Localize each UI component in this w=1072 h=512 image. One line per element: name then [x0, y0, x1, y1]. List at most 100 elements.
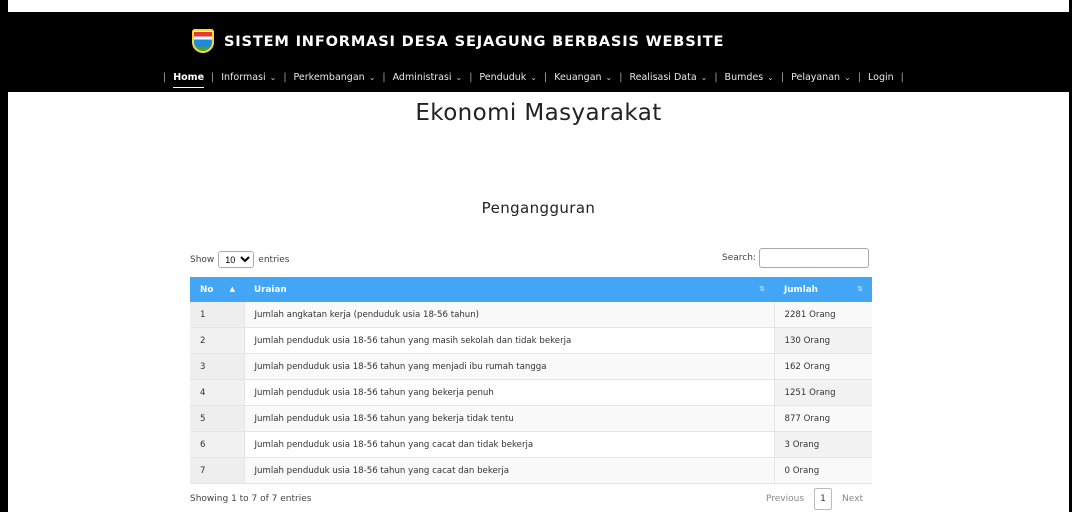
table-row: 1 Jumlah angkatan kerja (penduduk usia 18…	[190, 302, 872, 328]
nav-separator: |	[714, 72, 718, 83]
nav-separator: |	[469, 72, 473, 83]
table-row: 7 Jumlah penduduk usia 18-56 tahun yang c…	[190, 457, 872, 484]
column-header-jumlah[interactable]: Jumlah ⇅	[774, 277, 872, 302]
table-row: 3 Jumlah penduduk usia 18-56 tahun yang m…	[190, 353, 872, 380]
cell-uraian: Jumlah penduduk usia 18-56 tahun yang be…	[243, 405, 774, 432]
nav-item-home[interactable]: Home	[173, 72, 205, 88]
column-header-no[interactable]: No ▲	[190, 277, 244, 302]
nav-separator: |	[900, 72, 904, 83]
nav-separator: |	[163, 72, 167, 83]
chevron-down-icon: ⌄	[767, 73, 774, 82]
nav-separator: |	[211, 72, 215, 83]
cell-no: 2	[190, 327, 244, 354]
nav-item-label: Informasi	[221, 72, 266, 83]
nav-item-login[interactable]: Login	[868, 72, 894, 83]
cell-jumlah: 2281 Orang	[773, 302, 872, 328]
chevron-down-icon: ⌄	[368, 73, 376, 82]
cell-no: 1	[190, 302, 244, 328]
column-header-no-label: No	[200, 284, 214, 295]
pagination: Previous 1 Next	[766, 488, 863, 510]
table-row: 4 Jumlah penduduk usia 18-56 tahun yang b…	[190, 379, 872, 406]
nav-separator: |	[780, 72, 785, 83]
cell-jumlah: 1251 Orang	[773, 379, 872, 406]
cell-uraian: Jumlah penduduk usia 18-56 tahun yang ma…	[243, 327, 774, 354]
table-row: 5 Jumlah penduduk usia 18-56 tahun yang b…	[190, 405, 872, 432]
nav-item-label: Administrasi	[392, 72, 452, 83]
column-header-uraian[interactable]: Uraian ⇅	[244, 277, 774, 302]
search-label: Search:	[722, 253, 756, 263]
cell-uraian: Jumlah penduduk usia 18-56 tahun yang ca…	[243, 431, 774, 458]
chevron-down-icon: ⌄	[269, 73, 277, 82]
window-frame-left	[0, 0, 8, 512]
chevron-down-icon: ⌄	[700, 73, 708, 82]
chevron-down-icon: ⌄	[530, 73, 537, 82]
chevron-down-icon: ⌄	[605, 73, 613, 82]
chevron-down-icon: ⌄	[844, 73, 851, 82]
nav-separator: |	[857, 72, 861, 83]
sort-both-icon: ⇅	[857, 284, 863, 293]
entries-per-page-select[interactable]: 10	[218, 251, 255, 268]
nav-separator: |	[544, 72, 548, 83]
sort-ascending-icon: ▲	[229, 284, 235, 293]
nav-item-perkembangan[interactable]: Perkembangan ⌄	[294, 72, 376, 83]
nav-item-bumdes[interactable]: Bumdes ⌄	[725, 72, 774, 83]
table-search-control: Search:	[722, 248, 869, 268]
page-1-button[interactable]: 1	[814, 488, 833, 510]
column-header-jumlah-label: Jumlah	[784, 284, 818, 295]
cell-no: 3	[190, 353, 244, 380]
site-header: SISTEM INFORMASI DESA SEJAGUNG BERBASIS …	[8, 12, 1069, 92]
nav-item-label: Realisasi Data	[629, 72, 697, 83]
nav-item-keuangan[interactable]: Keuangan ⌄	[554, 72, 612, 83]
nav-item-informasi[interactable]: Informasi ⌄	[221, 72, 276, 83]
cell-uraian: Jumlah angkatan kerja (penduduk usia 18-…	[243, 302, 774, 328]
next-page-button[interactable]: Next	[842, 494, 863, 504]
sort-both-icon: ⇅	[759, 284, 765, 293]
nav-item-label: Pelayanan	[791, 72, 841, 83]
cell-uraian: Jumlah penduduk usia 18-56 tahun yang me…	[243, 353, 774, 380]
nav-item-label: Perkembangan	[293, 72, 365, 83]
cell-no: 6	[190, 431, 244, 458]
cell-jumlah: 162 Orang	[773, 353, 872, 380]
nav-separator: |	[382, 72, 386, 83]
cell-jumlah: 0 Orang	[773, 457, 872, 484]
table-row: 6 Jumlah penduduk usia 18-56 tahun yang c…	[190, 431, 872, 458]
nav-separator: |	[283, 72, 287, 83]
cell-uraian: Jumlah penduduk usia 18-56 tahun yang be…	[243, 379, 774, 406]
cell-no: 7	[190, 457, 244, 484]
column-header-uraian-label: Uraian	[254, 284, 287, 295]
nav-item-label: Penduduk	[479, 72, 527, 83]
nav-item-penduduk[interactable]: Penduduk ⌄	[479, 72, 537, 83]
previous-page-button[interactable]: Previous	[766, 494, 804, 504]
table-info: Showing 1 to 7 of 7 entries	[190, 494, 312, 504]
section-title: Pengangguran	[481, 199, 596, 217]
entries-label: entries	[258, 254, 290, 265]
cell-jumlah: 3 Orang	[773, 431, 872, 458]
main-nav: | Home | Informasi ⌄ | Perkembangan ⌄ | Administr…	[156, 67, 911, 88]
show-label: Show	[190, 254, 215, 265]
site-title: SISTEM INFORMASI DESA SEJAGUNG BERBASIS …	[224, 32, 725, 50]
page-top-gap	[8, 0, 1069, 12]
nav-item-label: Keuangan	[554, 72, 602, 83]
cell-uraian: Jumlah penduduk usia 18-56 tahun yang ca…	[243, 457, 774, 484]
search-input[interactable]	[758, 248, 869, 268]
nav-item-administrasi[interactable]: Administrasi ⌄	[393, 72, 463, 83]
cell-no: 5	[190, 405, 244, 432]
nav-item-label: Bumdes	[724, 72, 764, 83]
village-crest-icon	[192, 29, 214, 53]
cell-jumlah: 130 Orang	[773, 327, 872, 354]
nav-item-label: Home	[173, 72, 205, 83]
cell-no: 4	[190, 379, 244, 406]
nav-item-label: Login	[868, 72, 894, 83]
nav-item-realisasi-data[interactable]: Realisasi Data ⌄	[629, 72, 707, 83]
table-row: 2 Jumlah penduduk usia 18-56 tahun yang m…	[190, 327, 872, 354]
nav-separator: |	[619, 72, 623, 83]
page-title: Ekonomi Masyarakat	[415, 100, 662, 126]
table-length-control: Show 10 entries	[190, 251, 290, 268]
table-header-row: No ▲ Uraian ⇅ Jumlah ⇅	[190, 277, 872, 302]
cell-jumlah: 877 Orang	[773, 405, 872, 432]
brand[interactable]: SISTEM INFORMASI DESA SEJAGUNG BERBASIS …	[192, 29, 724, 53]
nav-item-pelayanan[interactable]: Pelayanan ⌄	[791, 72, 851, 83]
chevron-down-icon: ⌄	[455, 73, 463, 82]
unemployment-table: No ▲ Uraian ⇅ Jumlah ⇅ 1 Jumlah angkatan …	[190, 277, 872, 484]
table-body: 1 Jumlah angkatan kerja (penduduk usia 18…	[190, 302, 872, 484]
